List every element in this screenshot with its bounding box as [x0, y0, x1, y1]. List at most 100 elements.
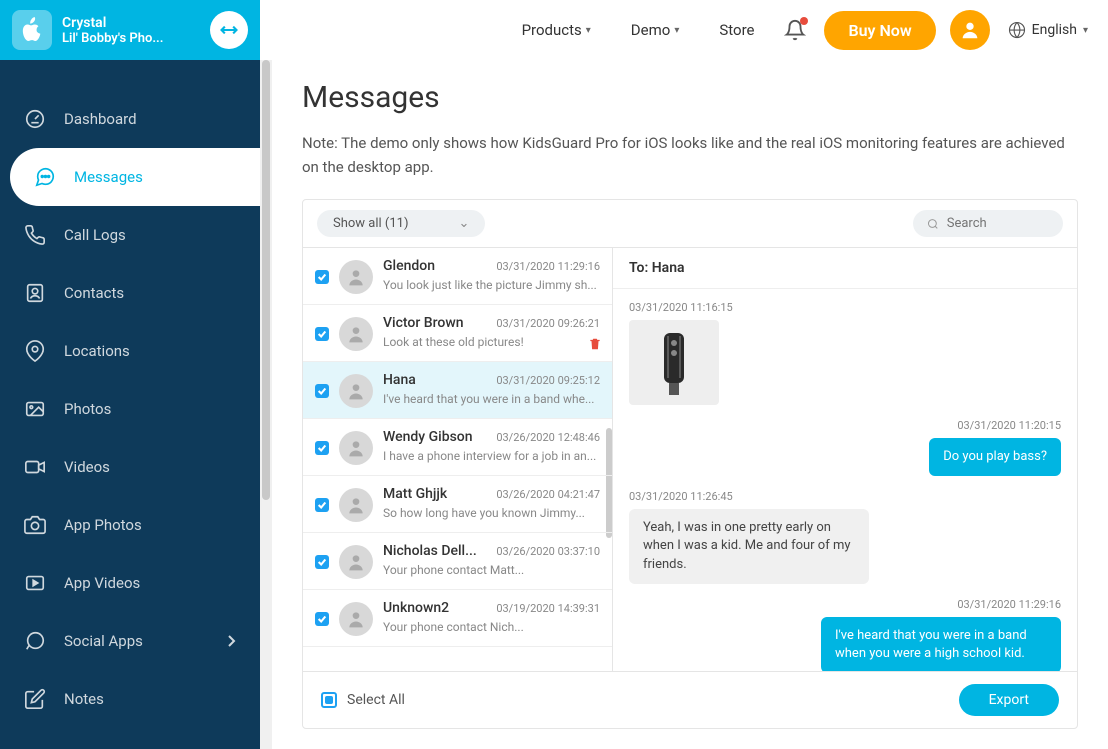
- page-note: Note: The demo only shows how KidsGuard …: [302, 131, 1078, 179]
- language-label: English: [1032, 22, 1077, 38]
- delete-icon[interactable]: [588, 337, 602, 351]
- thread-item[interactable]: Nicholas Dell... 03/26/2020 03:37:10 You…: [303, 533, 612, 590]
- notifications-button[interactable]: [784, 19, 806, 41]
- sidebar-item-app-videos[interactable]: App Videos: [0, 554, 260, 612]
- thread-name: Glendon: [383, 258, 435, 274]
- nav-store-label: Store: [719, 21, 754, 39]
- apple-icon: [21, 17, 43, 43]
- avatar-icon: [339, 545, 373, 579]
- swap-device-button[interactable]: [210, 11, 248, 49]
- thread-name: Nicholas Dell...: [383, 543, 477, 559]
- thread-item[interactable]: Glendon 03/31/2020 11:29:16 You look jus…: [303, 248, 612, 305]
- avatar-icon: [339, 374, 373, 408]
- thread-preview: So how long have you known Jimmy...: [383, 506, 600, 520]
- sidebar-item-dashboard[interactable]: Dashboard: [0, 90, 260, 148]
- nav-demo[interactable]: Demo ▾: [631, 21, 680, 39]
- thread-checkbox[interactable]: [315, 384, 329, 398]
- thread-checkbox[interactable]: [315, 270, 329, 284]
- thread-checkbox[interactable]: [315, 555, 329, 569]
- thread-time: 03/26/2020 03:37:10: [496, 545, 600, 558]
- sidebar-item-label: Dashboard: [64, 110, 137, 128]
- main-content: Messages Note: The demo only shows how K…: [272, 60, 1108, 749]
- nav-store[interactable]: Store: [719, 21, 754, 39]
- sidebar-item-photos[interactable]: Photos: [0, 380, 260, 438]
- photos-icon: [24, 398, 46, 420]
- message-time: 03/31/2020 11:20:15: [629, 419, 1061, 432]
- sidebar-item-messages[interactable]: Messages: [10, 148, 260, 206]
- device-header: Crystal Lil' Bobby's Pho...: [0, 0, 260, 60]
- export-button[interactable]: Export: [959, 684, 1059, 716]
- buy-now-button[interactable]: Buy Now: [824, 11, 935, 50]
- thread-time: 03/26/2020 04:21:47: [496, 488, 600, 501]
- thread-name: Unknown2: [383, 600, 449, 616]
- sidebar-item-app-photos[interactable]: App Photos: [0, 496, 260, 554]
- sidebar-item-label: Videos: [64, 458, 110, 476]
- sidebar-item-notes[interactable]: Notes: [0, 670, 260, 728]
- search-icon: [927, 217, 939, 231]
- thread-preview: Your phone contact Nich...: [383, 620, 600, 634]
- swap-icon: [219, 20, 239, 40]
- scrollbar[interactable]: [260, 60, 272, 749]
- sidebar-item-locations[interactable]: Locations: [0, 322, 260, 380]
- sidebar-item-call-logs[interactable]: Call Logs: [0, 206, 260, 264]
- thread-checkbox[interactable]: [315, 327, 329, 341]
- chevron-down-icon: ▾: [1083, 25, 1088, 36]
- chat-message: 03/31/2020 11:29:16I've heard that you w…: [629, 598, 1061, 671]
- messages-footer: Select All Export: [303, 671, 1077, 728]
- thread-preview: I have a phone interview for a job in an…: [383, 449, 600, 463]
- avatar-icon: [339, 602, 373, 636]
- thread-preview: I've heard that you were in a band whe..…: [383, 392, 600, 406]
- chat-message: 03/31/2020 11:16:15: [629, 301, 1061, 405]
- sidebar-item-contacts[interactable]: Contacts: [0, 264, 260, 322]
- sidebar-item-label: Photos: [64, 400, 111, 418]
- sidebar-item-label: Call Logs: [64, 226, 126, 244]
- thread-item[interactable]: Matt Ghjjk 03/26/2020 04:21:47 So how lo…: [303, 476, 612, 533]
- sidebar-item-social-apps[interactable]: Social Apps: [0, 612, 260, 670]
- nav-products[interactable]: Products ▾: [522, 21, 591, 39]
- dashboard-icon: [24, 108, 46, 130]
- chevron-down-icon: ⌄: [459, 216, 470, 231]
- messages-toolbar: Show all (11) ⌄: [303, 200, 1077, 247]
- avatar-icon: [339, 431, 373, 465]
- sidebar-item-label: App Videos: [64, 574, 140, 592]
- thread-item[interactable]: Wendy Gibson 03/26/2020 12:48:46 I have …: [303, 419, 612, 476]
- sidebar-item-label: App Photos: [64, 516, 142, 534]
- message-time: 03/31/2020 11:16:15: [629, 301, 1061, 314]
- thread-item[interactable]: Hana 03/31/2020 09:25:12 I've heard that…: [303, 362, 612, 419]
- avatar-icon: [339, 488, 373, 522]
- language-selector[interactable]: English ▾: [1008, 21, 1088, 39]
- messages-icon: [34, 166, 56, 188]
- thread-checkbox[interactable]: [315, 498, 329, 512]
- scrollbar-thumb[interactable]: [262, 60, 270, 500]
- device-subtitle: Lil' Bobby's Pho...: [62, 31, 210, 46]
- filter-dropdown[interactable]: Show all (11) ⌄: [317, 210, 485, 237]
- user-avatar[interactable]: [950, 10, 990, 50]
- thread-checkbox[interactable]: [315, 612, 329, 626]
- chat-recipient: To: Hana: [613, 248, 1077, 289]
- thread-time: 03/31/2020 11:29:16: [496, 260, 600, 273]
- nav-demo-label: Demo: [631, 21, 671, 39]
- camera-icon: [24, 514, 46, 536]
- device-name: Crystal: [62, 15, 210, 31]
- sidebar-item-videos[interactable]: Videos: [0, 438, 260, 496]
- message-time: 03/31/2020 11:26:45: [629, 490, 1061, 503]
- thread-name: Victor Brown: [383, 315, 464, 331]
- page-title: Messages: [302, 80, 1078, 115]
- message-bubble: Do you play bass?: [929, 438, 1061, 476]
- select-all-label: Select All: [347, 692, 405, 708]
- thread-item[interactable]: Victor Brown 03/31/2020 09:26:21 Look at…: [303, 305, 612, 362]
- search-box[interactable]: [913, 210, 1063, 237]
- chevron-down-icon: ▾: [674, 25, 679, 36]
- message-image[interactable]: [629, 320, 719, 405]
- avatar-icon: [339, 260, 373, 294]
- sidebar: Dashboard Messages Call Logs Contacts Lo…: [0, 60, 260, 749]
- thread-name: Hana: [383, 372, 416, 388]
- chat-icon: [24, 630, 46, 652]
- thread-checkbox[interactable]: [315, 441, 329, 455]
- thread-preview: Look at these old pictures!: [383, 335, 600, 349]
- message-time: 03/31/2020 11:29:16: [629, 598, 1061, 611]
- message-bubble: Yeah, I was in one pretty early on when …: [629, 509, 869, 584]
- thread-item[interactable]: Unknown2 03/19/2020 14:39:31 Your phone …: [303, 590, 612, 647]
- select-all-checkbox[interactable]: [321, 692, 337, 708]
- search-input[interactable]: [947, 216, 1049, 231]
